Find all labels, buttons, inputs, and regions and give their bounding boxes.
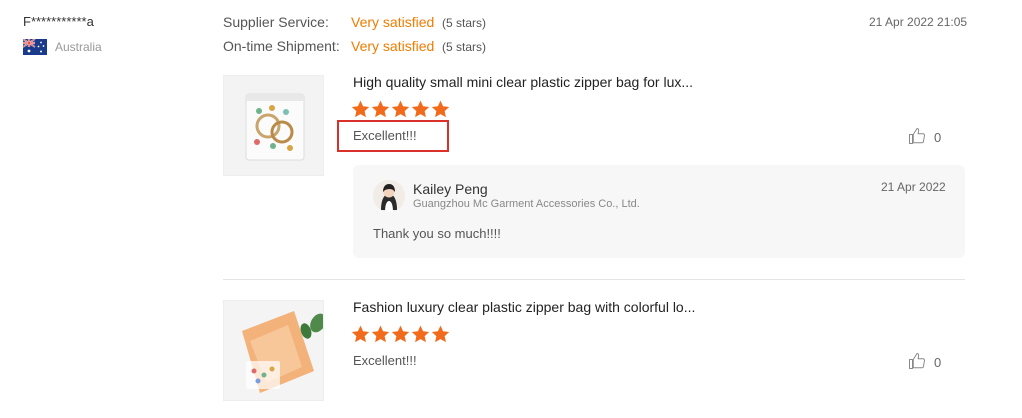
star-icon [371,100,390,118]
product-thumbnail[interactable] [223,300,324,401]
like-count: 0 [934,355,942,370]
star-icon [391,100,410,118]
star-icon [431,100,450,118]
star-icon [411,325,430,343]
thumbs-up-icon [908,127,926,148]
divider [223,279,965,280]
highlight-box [337,120,449,152]
review-date: 21 Apr 2022 21:05 [869,15,968,29]
review-text: Excellent!!! [353,353,417,368]
ontime-shipment-value: Very satisfied [351,38,435,54]
like-button[interactable]: 0 [908,352,941,373]
star-icon [391,325,410,343]
seller-reply [353,165,965,258]
product-rating-stars [351,100,450,118]
star-icon [411,100,430,118]
reply-author-name: Kailey Peng [413,181,488,197]
ontime-shipment-label: On-time Shipment: [223,38,340,54]
product-title[interactable]: High quality small mini clear plastic zi… [353,74,693,90]
ontime-shipment-note: (5 stars) [442,40,487,54]
reply-text: Thank you so much!!!! [373,226,501,241]
like-button[interactable]: 0 [908,127,941,148]
product-title[interactable]: Fashion luxury clear plastic zipper bag … [353,299,695,315]
product-rating-stars [351,325,450,343]
star-icon [431,325,450,343]
reply-date: 21 Apr 2022 [881,180,946,194]
star-icon [351,100,370,118]
star-icon [351,325,370,343]
star-icon [371,325,390,343]
thumbs-up-icon [908,352,926,373]
supplier-service-note: (5 stars) [442,16,487,30]
australia-flag-icon [22,38,47,55]
product-thumbnail[interactable] [223,75,324,176]
supplier-service-value: Very satisfied [351,14,435,30]
supplier-service-label: Supplier Service: [223,14,329,30]
reply-company: Guangzhou Mc Garment Accessories Co., Lt… [413,198,640,210]
reviewer-name: F***********a [23,14,94,29]
like-count: 0 [934,130,942,145]
reviewer-country: Australia [55,40,102,54]
avatar [373,180,405,212]
